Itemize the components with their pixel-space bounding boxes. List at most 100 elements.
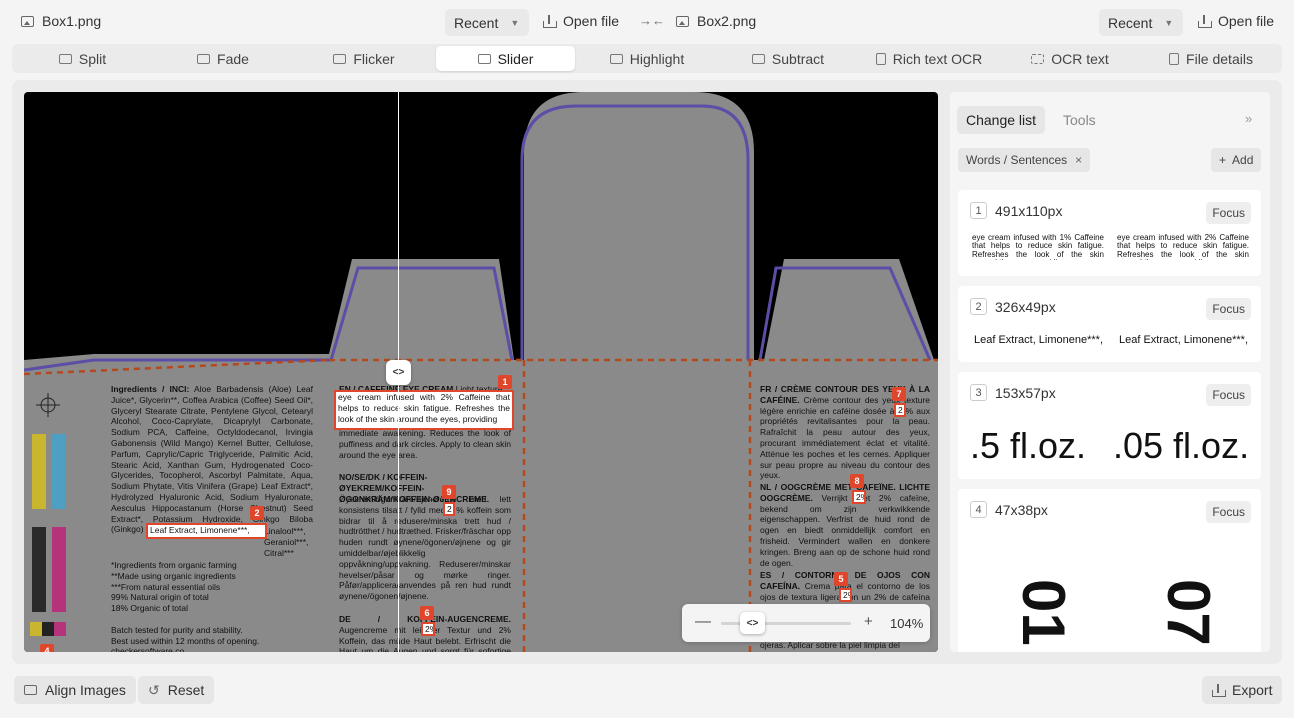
change-size: 47x38px bbox=[995, 502, 1048, 518]
fade-icon bbox=[197, 53, 211, 64]
left-open-file-button[interactable]: Open file bbox=[543, 13, 619, 29]
right-recent-label: Recent bbox=[1108, 14, 1153, 31]
change-card[interactable]: 3 153x57px Focus .5 fl.oz. .05 fl.oz. bbox=[958, 372, 1261, 479]
left-recent-button[interactable]: Recent ▼ bbox=[445, 9, 530, 36]
tab-slider-label: Slider bbox=[497, 50, 534, 67]
left-recent-label: Recent bbox=[454, 14, 499, 31]
change-card[interactable]: 1 491x110px Focus eye cream infused with… bbox=[958, 190, 1261, 276]
focus-button[interactable]: Focus bbox=[1206, 501, 1251, 523]
tab-flicker-label: Flicker bbox=[353, 50, 395, 67]
scan-text-icon bbox=[1031, 53, 1045, 64]
align-icon bbox=[24, 685, 37, 695]
change-marker-7[interactable]: 7 bbox=[892, 387, 906, 401]
tab-split[interactable]: Split bbox=[14, 46, 151, 71]
chevron-down-icon: ▼ bbox=[1164, 17, 1174, 28]
reset-button[interactable]: ↺ Reset bbox=[138, 676, 215, 704]
tab-rich-text-ocr[interactable]: Rich text OCR bbox=[860, 46, 998, 71]
swap-icon[interactable]: →← bbox=[639, 13, 665, 28]
change-preview-left: 01 bbox=[1010, 579, 1077, 646]
tab-slider[interactable]: Slider bbox=[436, 46, 575, 71]
align-label: Align Images bbox=[45, 682, 126, 698]
change-highlight-5[interactable]: 2% bbox=[839, 588, 852, 602]
tab-subtract[interactable]: Subtract bbox=[719, 46, 857, 71]
ingredients-heading: Ingredients / INCI: bbox=[111, 384, 190, 394]
change-size: 153x57px bbox=[995, 385, 1056, 401]
upload-icon bbox=[1198, 14, 1212, 28]
change-number: 1 bbox=[970, 202, 987, 219]
change-marker-5[interactable]: 5 bbox=[834, 572, 848, 586]
export-label: Export bbox=[1232, 682, 1273, 698]
add-filter-button[interactable]: + Add bbox=[1211, 148, 1262, 172]
change-card[interactable]: 4 47x38px Focus 01 07 bbox=[958, 489, 1261, 652]
tab-highlight[interactable]: Highlight bbox=[578, 46, 716, 71]
chevron-down-icon: ▼ bbox=[510, 17, 520, 28]
color-patch bbox=[42, 622, 54, 636]
change-marker-1[interactable]: 1 bbox=[498, 375, 512, 389]
filter-chip[interactable]: Words / Sentences × bbox=[958, 148, 1091, 172]
filter-label: Words / Sentences bbox=[966, 153, 1068, 167]
change-number: 3 bbox=[970, 384, 987, 401]
tab-fade[interactable]: Fade bbox=[154, 46, 292, 71]
tab-change-list[interactable]: Change list bbox=[957, 106, 1046, 134]
split-icon bbox=[58, 53, 72, 64]
change-marker-6[interactable]: 6 bbox=[420, 606, 434, 620]
align-images-button[interactable]: Align Images bbox=[14, 676, 136, 704]
change-marker-9[interactable]: 9 bbox=[442, 485, 456, 499]
export-button[interactable]: Export bbox=[1202, 676, 1283, 704]
tab-rich-text-ocr-label: Rich text OCR bbox=[892, 50, 983, 67]
export-icon bbox=[1212, 683, 1226, 697]
footnotes: *Ingredients from organic farming **Made… bbox=[111, 560, 260, 652]
change-marker-4[interactable]: 4 bbox=[40, 644, 54, 652]
add-label: Add bbox=[1232, 153, 1254, 167]
color-patch bbox=[30, 622, 42, 636]
zoom-value: 104% bbox=[890, 616, 924, 631]
tab-subtract-label: Subtract bbox=[771, 50, 825, 67]
color-bar-yellow bbox=[32, 434, 46, 509]
color-bar-cyan bbox=[52, 434, 66, 509]
change-preview-right: eye cream infused with 2% Caffeine that … bbox=[1117, 234, 1249, 260]
zoom-in-button[interactable]: + bbox=[864, 613, 873, 630]
change-preview-right: .05 fl.oz. bbox=[1113, 426, 1250, 466]
change-highlight-7[interactable]: 2 bbox=[894, 403, 906, 417]
tab-split-label: Split bbox=[78, 50, 107, 67]
right-file-name: Box2.png bbox=[697, 13, 757, 29]
tab-ocr-text-label: OCR text bbox=[1051, 50, 1109, 67]
focus-button[interactable]: Focus bbox=[1206, 384, 1251, 406]
comparison-canvas[interactable]: Ingredients / INCI: Aloe Barbadensis (Al… bbox=[24, 92, 938, 652]
right-recent-button[interactable]: Recent ▼ bbox=[1099, 9, 1184, 36]
right-open-file-button[interactable]: Open file bbox=[1198, 13, 1274, 29]
ingredients-tail: Linalool***, Geraniol***, Citral*** bbox=[264, 526, 309, 558]
en-rest: immediate awakening. Reduces the look of… bbox=[339, 428, 511, 460]
tab-file-details-label: File details bbox=[1186, 50, 1253, 67]
tab-flicker[interactable]: Flicker bbox=[295, 46, 433, 71]
tab-tools[interactable]: Tools bbox=[1054, 106, 1105, 134]
tab-ocr-text[interactable]: OCR text bbox=[1001, 46, 1139, 71]
change-highlight-2[interactable]: Leaf Extract, Limonene***, bbox=[146, 523, 267, 539]
tab-file-details[interactable]: File details bbox=[1142, 46, 1280, 71]
change-highlight-9[interactable]: 2 bbox=[443, 502, 455, 516]
left-open-file-label: Open file bbox=[563, 13, 620, 29]
highlight-icon bbox=[609, 53, 623, 64]
remove-filter-icon[interactable]: × bbox=[1075, 153, 1082, 167]
left-file-name: Box1.png bbox=[42, 13, 102, 29]
change-preview-right: Leaf Extract, Limonene***, bbox=[1119, 334, 1249, 346]
change-highlight-8[interactable]: 2% bbox=[852, 490, 866, 504]
change-number: 2 bbox=[970, 298, 987, 315]
left-file[interactable]: Box1.png bbox=[21, 13, 101, 29]
slider-divider-handle[interactable]: <> bbox=[386, 360, 411, 385]
zoom-slider-thumb[interactable]: <> bbox=[740, 612, 765, 634]
change-highlight-1[interactable]: eye cream infused with 2% Caffeine that … bbox=[334, 390, 514, 430]
right-file[interactable]: Box2.png bbox=[676, 13, 756, 29]
document-icon bbox=[875, 52, 886, 65]
change-card[interactable]: 2 326x49px Focus Leaf Extract, Limonene*… bbox=[958, 286, 1261, 362]
zoom-out-button[interactable]: — bbox=[695, 613, 711, 631]
upload-icon bbox=[543, 14, 557, 28]
collapse-panel-icon[interactable]: » bbox=[1245, 111, 1252, 126]
change-marker-2[interactable]: 2 bbox=[250, 506, 264, 520]
focus-button[interactable]: Focus bbox=[1206, 202, 1251, 224]
focus-button[interactable]: Focus bbox=[1206, 298, 1251, 320]
change-highlight-6[interactable]: 2% bbox=[421, 622, 435, 636]
reset-label: Reset bbox=[167, 682, 205, 698]
change-marker-8[interactable]: 8 bbox=[850, 474, 864, 488]
top-bar: Box1.png Recent ▼ Open file →← Box2.png … bbox=[0, 0, 1294, 44]
